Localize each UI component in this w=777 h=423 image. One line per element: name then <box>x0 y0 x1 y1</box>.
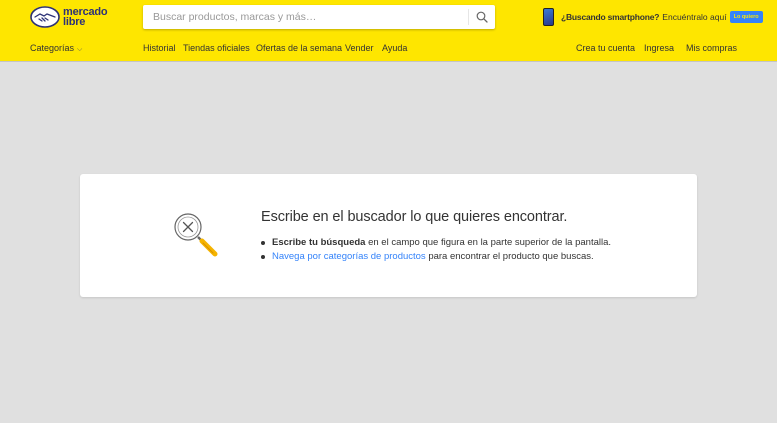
logo-line-2: libre <box>63 16 86 28</box>
tip-1-text: en el campo que figura en la parte super… <box>365 237 612 248</box>
my-purchases-link[interactable]: Mis compras <box>686 43 737 53</box>
categories-menu[interactable]: Categorías ⌵ <box>30 43 82 54</box>
nav-link-ofertas-semana[interactable]: Ofertas de la semana <box>256 43 342 53</box>
mercadolibre-logo[interactable]: mercado libre <box>30 5 114 29</box>
create-account-link[interactable]: Crea tu cuenta <box>576 43 635 53</box>
logo-text: mercado libre <box>63 7 113 28</box>
handshake-logo-icon <box>30 6 60 28</box>
empty-state-tips: Escribe tu búsqueda en el campo que figu… <box>260 236 612 264</box>
tip-1-bold: Escribe tu búsqueda <box>272 237 366 248</box>
chevron-down-icon: ⌵ <box>77 46 83 53</box>
categories-label: Categorías <box>30 43 75 53</box>
nav-link-ayuda[interactable]: Ayuda <box>382 43 407 53</box>
search-button[interactable] <box>468 9 495 25</box>
login-link[interactable]: Ingresa <box>644 43 674 53</box>
smartphone-icon <box>543 8 554 26</box>
tip-item: Navega por categorías de productos para … <box>260 250 611 264</box>
promo-banner[interactable]: ¿Buscando smartphone? Encuéntralo aquí L… <box>543 7 763 27</box>
empty-state-title: Escribe en el buscador lo que quieres en… <box>261 209 568 225</box>
promo-bold-text: ¿Buscando smartphone? <box>561 12 660 22</box>
search-box <box>143 5 495 29</box>
search-icon <box>476 11 488 23</box>
nav-link-tiendas-oficiales[interactable]: Tiendas oficiales <box>183 43 250 53</box>
tip-2-text: para encontrar el producto que buscas. <box>425 251 594 262</box>
header: mercado libre ¿Buscando smartphone? Encu… <box>0 0 777 61</box>
browse-categories-link[interactable]: Navega por categorías de productos <box>272 251 426 262</box>
nav-link-vender[interactable]: Vender <box>345 43 374 53</box>
search-input[interactable] <box>143 5 468 29</box>
nav-link-historial[interactable]: Historial <box>143 43 176 53</box>
promo-text: Encuéntralo aquí <box>662 12 727 22</box>
empty-search-card: Escribe en el buscador lo que quieres en… <box>80 174 697 297</box>
tip-item: Escribe tu búsqueda en el campo que figu… <box>260 236 612 250</box>
promo-cta-button[interactable]: Lo quiero <box>729 11 763 23</box>
search-not-found-icon <box>174 213 218 257</box>
